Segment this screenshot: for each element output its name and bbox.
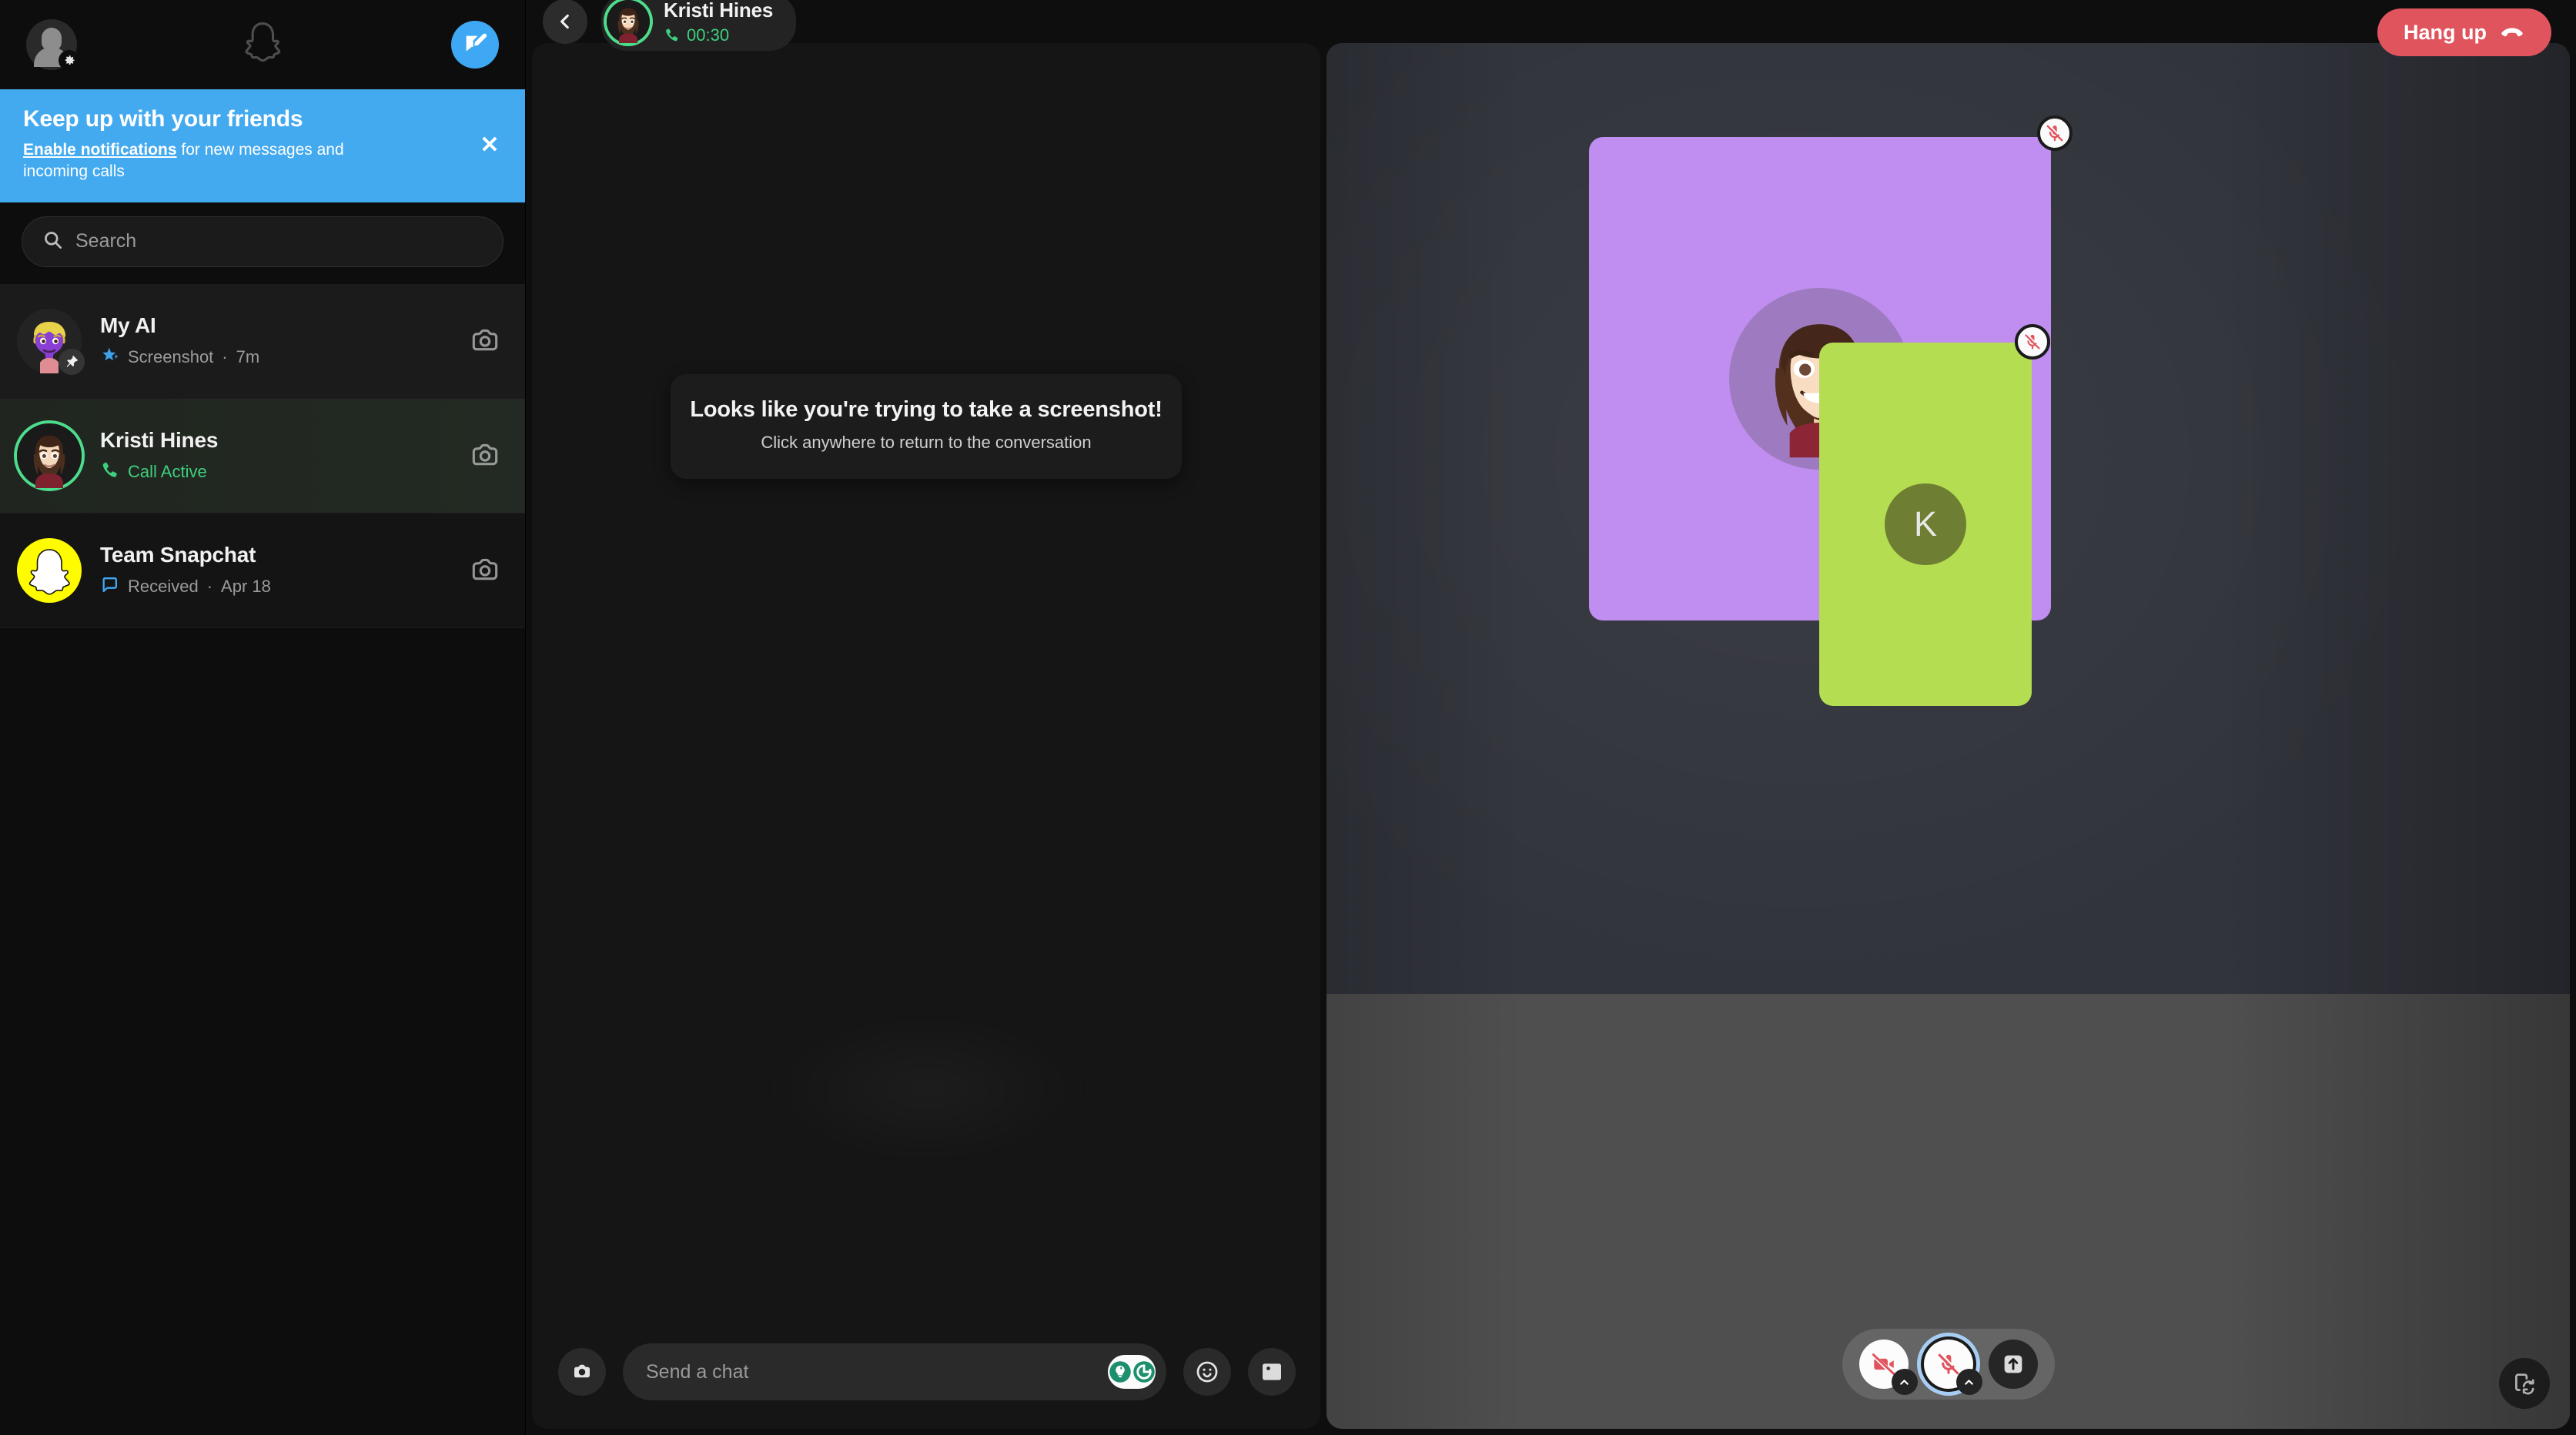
close-icon[interactable]: ✕	[477, 133, 502, 158]
screenshot-icon	[100, 346, 119, 369]
top-bar-background	[526, 0, 2576, 43]
camera-icon[interactable]	[468, 554, 502, 587]
chat-item-separator: ·	[206, 576, 213, 596]
toast-title: Looks like you're trying to take a scree…	[690, 397, 1163, 422]
chat-item-status: Received · Apr 18	[100, 575, 450, 598]
call-timer: 00:30	[664, 25, 773, 45]
conversation-body[interactable]: Looks like you're trying to take a scree…	[532, 43, 1320, 1327]
chat-item-time: 7m	[236, 346, 260, 366]
call-chip-text: Kristi Hines 00:30	[664, 0, 773, 45]
search-icon	[42, 229, 63, 254]
chat-item-text: My AI Screenshot · 7m	[100, 313, 450, 369]
chat-item-name: My AI	[100, 313, 156, 337]
chat-item-name: Team Snapchat	[100, 542, 256, 567]
chat-list-item-kristi-hines[interactable]: Kristi Hines Call Active	[0, 398, 525, 513]
search-input[interactable]	[75, 230, 483, 253]
flip-screen-button[interactable]	[2499, 1358, 2550, 1409]
hang-up-label: Hang up	[2404, 20, 2487, 44]
phone-icon	[100, 460, 119, 483]
chat-bubble-icon	[100, 575, 119, 598]
blurred-content-placeholder	[757, 1004, 1096, 1173]
pin-icon	[59, 348, 85, 375]
hang-up-button[interactable]: Hang up	[2377, 8, 2551, 56]
chat-composer	[532, 1327, 1320, 1429]
call-controls-bar	[1842, 1329, 2055, 1400]
chat-list-item-team-snapchat[interactable]: Team Snapchat Received · Apr 18	[0, 513, 525, 628]
chevron-up-icon[interactable]	[1891, 1369, 1918, 1395]
mic-toggle-button[interactable]	[1923, 1340, 1982, 1395]
chat-item-status-text: Received	[128, 576, 199, 596]
avatar	[17, 423, 82, 488]
chat-item-time: Apr 18	[221, 576, 271, 596]
camera-button[interactable]	[558, 1348, 606, 1396]
search-box[interactable]	[22, 216, 503, 267]
chat-list: My AI Screenshot · 7m Kristi Hines Call …	[0, 283, 525, 1435]
chat-item-status-text: Screenshot	[128, 346, 214, 366]
video-call-panel[interactable]: K	[1326, 43, 2570, 1429]
gear-icon[interactable]	[59, 50, 79, 71]
sticker-image-button[interactable]	[1248, 1348, 1296, 1396]
camera-icon[interactable]	[468, 324, 502, 358]
avatar	[607, 0, 650, 43]
chat-item-text: Team Snapchat Received · Apr 18	[100, 543, 450, 598]
call-contact-name: Kristi Hines	[664, 0, 774, 22]
chat-item-separator: ·	[222, 346, 228, 366]
notification-body: Enable notifications for new messages an…	[23, 139, 385, 182]
mic-off-icon[interactable]	[2037, 115, 2073, 151]
toast-subtitle: Click anywhere to return to the conversa…	[761, 433, 1092, 452]
enable-notifications-link[interactable]: Enable notifications	[23, 141, 177, 159]
phone-icon	[664, 27, 680, 43]
chat-item-status: Screenshot · 7m	[100, 346, 450, 369]
notification-banner: Keep up with your friends Enable notific…	[0, 89, 525, 202]
new-chat-button[interactable]	[451, 21, 499, 69]
camera-icon[interactable]	[468, 439, 502, 473]
avatar	[17, 537, 82, 603]
avatar	[17, 308, 85, 375]
back-button[interactable]	[543, 0, 587, 44]
chat-input[interactable]	[646, 1360, 1108, 1383]
mic-off-icon[interactable]	[2015, 324, 2050, 360]
chat-input-wrapper[interactable]	[623, 1343, 1166, 1400]
notification-title: Keep up with your friends	[23, 106, 303, 132]
search-container	[0, 202, 525, 284]
camera-toggle-button[interactable]	[1858, 1340, 1918, 1395]
chevron-up-icon[interactable]	[1955, 1369, 1982, 1395]
initial-avatar: K	[1885, 483, 1966, 565]
hang-up-icon	[2499, 19, 2525, 45]
chat-item-text: Kristi Hines Call Active	[100, 428, 450, 483]
emoji-button[interactable]	[1183, 1348, 1231, 1396]
video-tile-self-participant[interactable]: K	[1819, 324, 2050, 706]
conversation-panel: Looks like you're trying to take a scree…	[532, 43, 1320, 1429]
profile-settings-avatar[interactable]	[26, 19, 79, 71]
left-sidebar: Keep up with your friends Enable notific…	[0, 0, 526, 1435]
call-header: Kristi Hines 00:30	[526, 0, 797, 51]
snapchat-web-app: Keep up with your friends Enable notific…	[0, 0, 2576, 1435]
chat-list-item-my-ai[interactable]: My AI Screenshot · 7m	[0, 283, 525, 399]
call-duration: 00:30	[687, 25, 730, 45]
chat-item-name: Kristi Hines	[100, 427, 219, 452]
ai-lens-icon[interactable]	[1108, 1355, 1156, 1389]
snapchat-ghost-icon[interactable]	[240, 21, 285, 69]
chat-item-status: Call Active	[100, 460, 450, 483]
chat-item-status-text: Call Active	[128, 461, 207, 481]
sidebar-toolbar	[0, 0, 525, 89]
share-upload-button[interactable]	[1988, 1340, 2038, 1389]
active-call-chip[interactable]: Kristi Hines 00:30	[601, 0, 797, 51]
screenshot-warning-toast[interactable]: Looks like you're trying to take a scree…	[671, 374, 1182, 479]
